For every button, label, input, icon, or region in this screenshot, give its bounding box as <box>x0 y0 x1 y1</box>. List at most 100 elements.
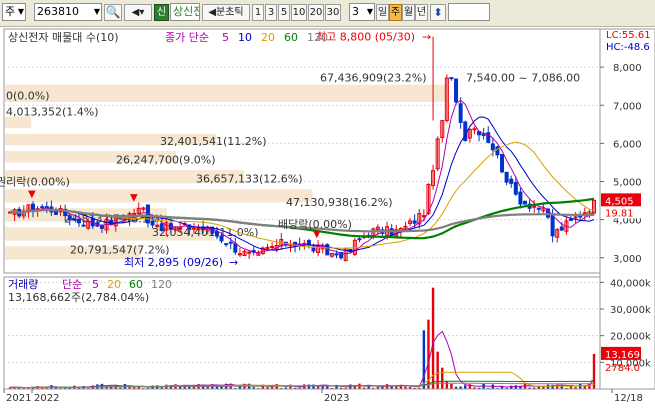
stock-code-input[interactable]: 263810 ▼ <box>34 3 102 21</box>
candle-body <box>463 121 468 141</box>
price-tick-label: 7,000 <box>613 101 642 112</box>
period-button-5[interactable]: 5 <box>278 4 290 21</box>
candle-body <box>472 128 477 131</box>
volume-tick-label: 30,000k <box>610 305 651 316</box>
volume-bar <box>431 287 435 389</box>
chevron-down-icon: ▼ <box>93 7 100 16</box>
candle-body <box>412 220 417 224</box>
candle-body <box>357 238 362 241</box>
candle-body <box>247 251 252 254</box>
current-volume-label: 13,168,662주(2,784.04%) <box>8 291 149 304</box>
candle-body <box>219 235 224 242</box>
price-legend-title: 상신전자 매물대 수(10) <box>8 31 119 44</box>
hc-label: HC:-48.6 <box>606 42 650 53</box>
volume-profile-label: 0(0.0%) <box>6 90 50 103</box>
candle-body <box>513 182 518 195</box>
candle-body <box>495 146 500 156</box>
volume-profile-range: 7,540.00 ~ 7,086.00 <box>466 71 580 84</box>
price-tick-label: 5,000 <box>613 178 642 189</box>
x-tick-label: 12/18 <box>614 393 643 404</box>
candle-body <box>500 153 505 173</box>
candle-body <box>509 178 514 184</box>
updown-arrows-icon[interactable]: ⬍ <box>430 4 446 21</box>
market-select[interactable]: 주 ▼ <box>2 3 26 21</box>
stock-chart: 0(0.0%) 67,436,909(23.2%) 4,013,352(1.4%) 3… <box>0 28 655 404</box>
x-tick-label: 2021 <box>6 393 31 404</box>
candle-body <box>306 240 311 246</box>
chevron-down-icon: ▼ <box>366 7 373 16</box>
price-legend-ma-5: 5 <box>222 31 229 44</box>
candle-body <box>504 171 509 183</box>
candle-body <box>72 218 77 221</box>
candle-body <box>532 205 537 208</box>
date-input[interactable] <box>448 3 490 21</box>
candle-body <box>150 220 155 226</box>
rights-marker-icon-2: ▼ <box>130 193 138 204</box>
price-tick-label: 3,000 <box>613 254 642 265</box>
candle-body <box>224 243 229 246</box>
rights-label: 권리락(0.00%) <box>0 175 70 188</box>
stock-name-field[interactable]: 상신전 <box>170 3 200 21</box>
candle-body <box>214 230 219 237</box>
period-value-select[interactable]: 3 ▼ <box>349 3 375 21</box>
price-tick-label: 8,000 <box>613 63 642 74</box>
period-button-30[interactable]: 30 <box>325 4 341 21</box>
candle-body <box>421 215 426 218</box>
volume-profile-bar <box>5 189 313 203</box>
unit-year-button[interactable]: 년 <box>415 4 428 21</box>
candle-body <box>265 246 270 249</box>
period-button-1[interactable]: 1 <box>252 4 264 21</box>
market-value: 주 <box>5 5 16 18</box>
period-button-20[interactable]: 20 <box>308 4 324 21</box>
volume-tick-label: 40,000k <box>610 278 651 289</box>
volume-profile-label: 32,401,541(11.2%) <box>160 135 267 148</box>
rights-marker-icon: ▼ <box>28 189 36 200</box>
current-sub-label: 19.81 <box>605 208 634 219</box>
volume-legend-ma-5: 5 <box>92 278 99 291</box>
volume-tick-label: 20,000k <box>610 332 651 343</box>
volume-last-sub: 2784.0 <box>605 363 640 374</box>
search-icon[interactable]: 🔍 <box>104 4 122 21</box>
candle-body <box>334 253 339 256</box>
unit-day-button[interactable]: 일 <box>376 4 389 21</box>
high-arrow-icon: → <box>422 31 431 44</box>
price-legend-ma-20: 20 <box>261 31 275 44</box>
candle-body <box>458 103 463 123</box>
candle-body <box>311 247 316 252</box>
high-price-label: 최고 8,800 (05/30) <box>316 31 415 44</box>
candle-body <box>40 206 45 209</box>
low-arrow-icon: → <box>229 256 238 269</box>
unit-month-button[interactable]: 월 <box>402 4 415 21</box>
volume-legend-title: 거래량 <box>8 278 38 291</box>
candle-body <box>270 246 275 249</box>
volume-last-label: 13,169 <box>605 350 640 361</box>
price-legend-ma-label: 종가 단순 <box>165 31 209 44</box>
chevron-down-icon: ▼ <box>17 7 24 16</box>
candle-body <box>228 241 233 244</box>
volume-profile-label: 67,436,909(23.2%) <box>320 71 427 84</box>
x-tick-label: 2022 <box>34 393 59 404</box>
volume-bar <box>464 385 467 389</box>
period-button-3[interactable]: 3 <box>265 4 277 21</box>
candle-body <box>81 224 86 227</box>
volume-profile-label: 20,791,547(7.2%) <box>70 244 170 257</box>
volume-legend-ma-20: 20 <box>107 278 121 291</box>
x-tick-label: 2023 <box>324 393 349 404</box>
candle-body <box>518 191 523 205</box>
candle-body <box>569 218 574 221</box>
candle-body <box>490 143 495 151</box>
low-price-label: 최저 2,895 (09/26) <box>124 256 223 269</box>
candle-body <box>523 200 528 205</box>
period-button-10[interactable]: 10 <box>291 4 307 21</box>
volume-bar <box>450 383 453 389</box>
volume-profile-bar <box>5 84 445 102</box>
candle-body <box>536 207 541 210</box>
candle-body <box>559 226 564 231</box>
tick-period-button[interactable]: ◀분초틱 <box>202 4 250 21</box>
volume-profile-label: 26,247,700(9.0%) <box>116 154 216 167</box>
speaker-icon[interactable]: ◀▾ <box>124 4 152 21</box>
lc-label: LC:55.61 <box>606 30 651 41</box>
unit-week-button[interactable]: 주 <box>389 4 402 21</box>
volume-legend-ma-60: 60 <box>129 278 143 291</box>
price-legend-ma-10: 10 <box>238 31 252 44</box>
